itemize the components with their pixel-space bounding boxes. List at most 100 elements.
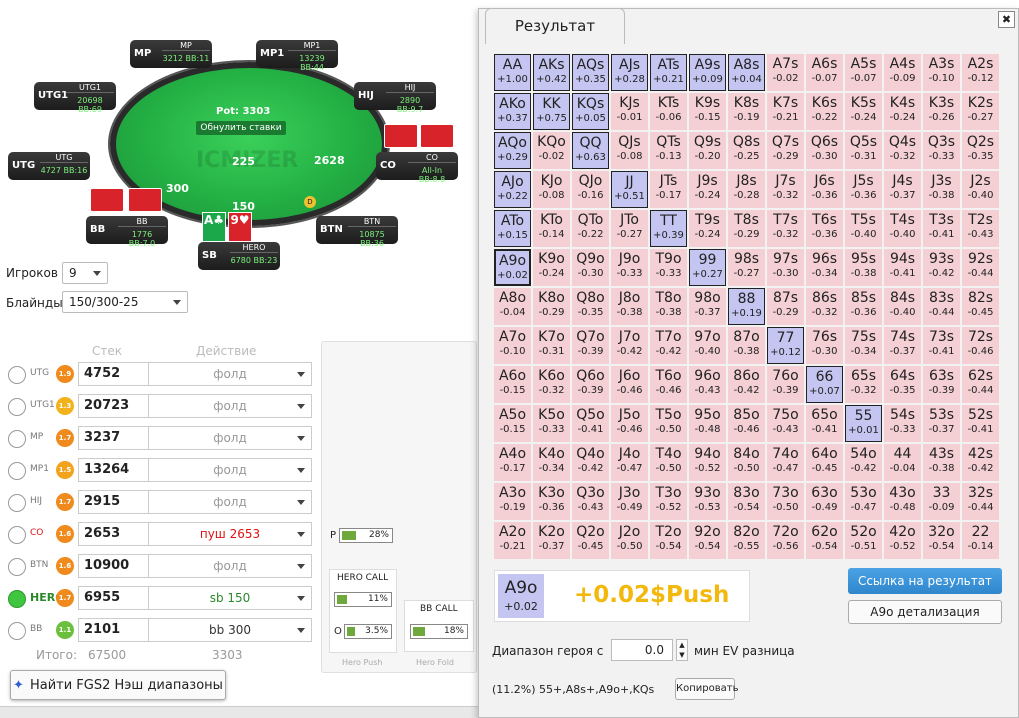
action-select[interactable]: пуш 2653 bbox=[148, 522, 312, 546]
hand-cell[interactable]: J8o -0.38 bbox=[611, 288, 648, 325]
hand-cell[interactable]: 96o -0.43 bbox=[689, 366, 726, 403]
hand-cell[interactable]: Q4s -0.32 bbox=[884, 132, 921, 169]
hand-cell[interactable]: K9o -0.24 bbox=[533, 249, 570, 286]
hand-cell[interactable]: 66 +0.07 bbox=[806, 366, 843, 403]
hand-cell[interactable]: 76o -0.39 bbox=[767, 366, 804, 403]
hand-cell[interactable]: 33 -0.09 bbox=[923, 483, 960, 520]
hand-cell[interactable]: J6s -0.36 bbox=[806, 171, 843, 208]
hero-select-radio[interactable] bbox=[8, 526, 26, 544]
hand-cell[interactable]: T7s -0.32 bbox=[767, 210, 804, 247]
hand-cell[interactable]: AQs +0.35 bbox=[572, 54, 609, 91]
hand-cell[interactable]: 42o -0.52 bbox=[884, 522, 921, 559]
hand-cell[interactable]: T8o -0.38 bbox=[650, 288, 687, 325]
hero-select-radio[interactable] bbox=[8, 398, 26, 416]
hand-cell[interactable]: A5o -0.15 bbox=[494, 405, 531, 442]
hand-cell[interactable]: 94o -0.52 bbox=[689, 444, 726, 481]
seat-hij[interactable]: HIJ HIJ 2890 BB:9.7 bbox=[354, 82, 436, 114]
hand-cell[interactable]: J8s -0.28 bbox=[728, 171, 765, 208]
hand-cell[interactable]: T3o -0.52 bbox=[650, 483, 687, 520]
hand-cell[interactable]: K5s -0.24 bbox=[845, 93, 882, 130]
stack-input[interactable]: 2101 bbox=[78, 618, 150, 642]
hand-cell[interactable]: A3o -0.19 bbox=[494, 483, 531, 520]
hand-cell[interactable]: 87s -0.29 bbox=[767, 288, 804, 325]
hand-detail-button[interactable]: A9o детализация bbox=[848, 600, 1002, 624]
seat-mp[interactable]: MP MP 3212 BB:11 bbox=[130, 40, 212, 68]
hand-cell[interactable]: JJ +0.51 bbox=[611, 171, 648, 208]
hand-cell[interactable]: 86o -0.42 bbox=[728, 366, 765, 403]
hand-cell[interactable]: 74o -0.47 bbox=[767, 444, 804, 481]
hand-cell[interactable]: 73o -0.50 bbox=[767, 483, 804, 520]
action-select[interactable]: фолд bbox=[148, 362, 312, 386]
hand-cell[interactable]: JTo -0.27 bbox=[611, 210, 648, 247]
hand-cell[interactable]: 44 -0.04 bbox=[884, 444, 921, 481]
hand-cell[interactable]: K7o -0.31 bbox=[533, 327, 570, 364]
seat-utg[interactable]: UTG UTG 4727 BB:16 bbox=[8, 152, 90, 180]
hand-cell[interactable]: 32s -0.44 bbox=[962, 483, 999, 520]
hand-cell[interactable]: 54s -0.33 bbox=[884, 405, 921, 442]
seat-btn[interactable]: BTN BTN 10875 BB:36 bbox=[316, 216, 398, 248]
hand-cell[interactable]: K6s -0.22 bbox=[806, 93, 843, 130]
stack-input[interactable]: 4752 bbox=[78, 362, 150, 386]
blinds-select[interactable]: 150/300-25 bbox=[62, 291, 188, 313]
hand-cell[interactable]: K8o -0.29 bbox=[533, 288, 570, 325]
hand-cell[interactable]: 83o -0.54 bbox=[728, 483, 765, 520]
hand-cell[interactable]: A2s -0.12 bbox=[962, 54, 999, 91]
stack-header[interactable]: Стек bbox=[92, 344, 122, 358]
hand-cell[interactable]: T3s -0.41 bbox=[923, 210, 960, 247]
hand-cell[interactable]: 62o -0.54 bbox=[806, 522, 843, 559]
hand-cell[interactable]: QTo -0.22 bbox=[572, 210, 609, 247]
hand-cell[interactable]: A6s -0.07 bbox=[806, 54, 843, 91]
players-select[interactable]: 9 bbox=[62, 262, 108, 284]
seat-mp1[interactable]: MP1 MP1 13239 BB:44 bbox=[256, 40, 338, 72]
action-select[interactable]: фолд bbox=[148, 394, 312, 418]
hand-cell[interactable]: 54o -0.42 bbox=[845, 444, 882, 481]
hand-cell[interactable]: K2s -0.27 bbox=[962, 93, 999, 130]
hand-cell[interactable]: J3s -0.38 bbox=[923, 171, 960, 208]
hand-cell[interactable]: JTs -0.17 bbox=[650, 171, 687, 208]
hand-cell[interactable]: 42s -0.42 bbox=[962, 444, 999, 481]
hand-cell[interactable]: T8s -0.29 bbox=[728, 210, 765, 247]
hand-cell[interactable]: J2o -0.50 bbox=[611, 522, 648, 559]
stack-input[interactable]: 3237 bbox=[78, 426, 150, 450]
hand-cell[interactable]: A5s -0.07 bbox=[845, 54, 882, 91]
hand-cell[interactable]: AQo +0.29 bbox=[494, 132, 531, 169]
close-icon[interactable]: ✖ bbox=[998, 11, 1015, 28]
hand-cell[interactable]: AA +1.00 bbox=[494, 54, 531, 91]
hero-select-radio[interactable] bbox=[8, 590, 26, 608]
hand-cell[interactable]: A9s +0.09 bbox=[689, 54, 726, 91]
hand-cell[interactable]: ATo +0.15 bbox=[494, 210, 531, 247]
bb-call-bar[interactable]: 18% bbox=[410, 624, 468, 639]
hand-cell[interactable]: K5o -0.33 bbox=[533, 405, 570, 442]
stack-input[interactable]: 6955 bbox=[78, 586, 150, 610]
hand-cell[interactable]: 64o -0.45 bbox=[806, 444, 843, 481]
hand-cell[interactable]: 65o -0.41 bbox=[806, 405, 843, 442]
hand-cell[interactable]: 92s -0.44 bbox=[962, 249, 999, 286]
action-select[interactable]: фолд bbox=[148, 490, 312, 514]
hand-cell[interactable]: 95s -0.38 bbox=[845, 249, 882, 286]
hand-cell[interactable]: T2o -0.54 bbox=[650, 522, 687, 559]
hand-cell[interactable]: A7s -0.02 bbox=[767, 54, 804, 91]
hand-cell[interactable]: A4o -0.17 bbox=[494, 444, 531, 481]
hand-cell[interactable]: A8o -0.04 bbox=[494, 288, 531, 325]
hand-cell[interactable]: 96s -0.34 bbox=[806, 249, 843, 286]
hand-cell[interactable]: 72s -0.46 bbox=[962, 327, 999, 364]
hand-cell[interactable]: T2s -0.43 bbox=[962, 210, 999, 247]
seat-co[interactable]: CO CO All-In BB:8.8 bbox=[376, 152, 458, 184]
hand-cell[interactable]: A3s -0.10 bbox=[923, 54, 960, 91]
hand-cell[interactable]: 63o -0.49 bbox=[806, 483, 843, 520]
hand-cell[interactable]: 86s -0.32 bbox=[806, 288, 843, 325]
hand-cell[interactable]: QTs -0.13 bbox=[650, 132, 687, 169]
seat-utg1[interactable]: UTG1 UTG1 20698 BB:69 bbox=[34, 82, 116, 114]
stack-input[interactable]: 13264 bbox=[78, 458, 150, 482]
hand-cell[interactable]: T7o -0.42 bbox=[650, 327, 687, 364]
hand-cell[interactable]: 73s -0.41 bbox=[923, 327, 960, 364]
hand-cell[interactable]: AKo +0.37 bbox=[494, 93, 531, 130]
reset-bets-button[interactable]: Обнулить ставки bbox=[196, 121, 286, 135]
seat-bb[interactable]: BB BB 1776 BB:7.0 bbox=[86, 216, 168, 248]
hand-cell[interactable]: 22 -0.14 bbox=[962, 522, 999, 559]
action-select[interactable]: фолд bbox=[148, 554, 312, 578]
stack-input[interactable]: 20723 bbox=[78, 394, 150, 418]
hand-cell[interactable]: AKs +0.42 bbox=[533, 54, 570, 91]
hand-cell[interactable]: K3o -0.36 bbox=[533, 483, 570, 520]
hand-cell[interactable]: K8s -0.19 bbox=[728, 93, 765, 130]
